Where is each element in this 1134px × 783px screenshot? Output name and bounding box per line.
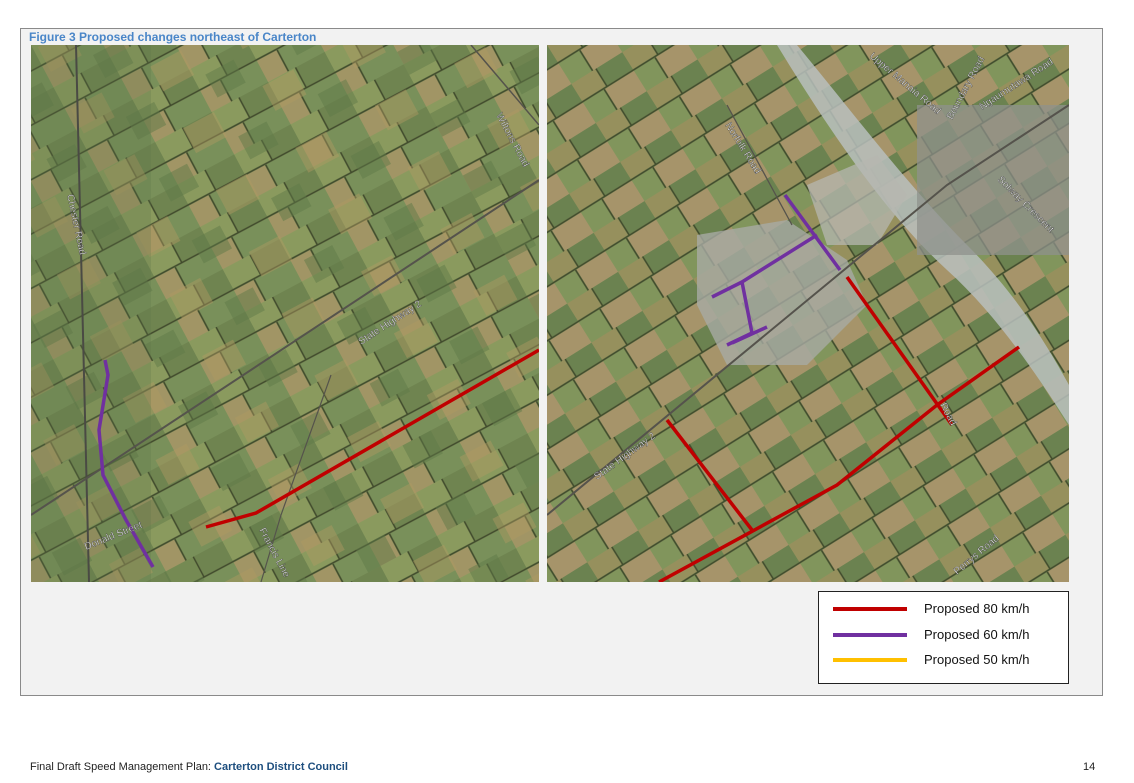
legend-swatch-60: [833, 633, 907, 637]
page-number: 14: [1083, 761, 1096, 773]
footer-document-title: Final Draft Speed Management Plan: Carte…: [30, 761, 348, 773]
left-aerial-map[interactable]: Chester Road Wiltons Road State Highway …: [31, 45, 539, 582]
right-aerial-map[interactable]: Norfolk Road Upper Manaia Road Boundary …: [547, 45, 1069, 582]
footer-prefix: Final Draft Speed Management Plan:: [30, 761, 215, 773]
legend-label-50: Proposed 50 km/h: [924, 652, 1030, 667]
legend-label-60: Proposed 60 km/h: [924, 627, 1030, 642]
legend-item-80: Proposed 80 km/h: [819, 599, 1068, 619]
map-legend: Proposed 80 km/h Proposed 60 km/h Propos…: [818, 591, 1069, 684]
legend-label-80: Proposed 80 km/h: [924, 601, 1030, 616]
legend-item-60: Proposed 60 km/h: [819, 625, 1068, 645]
figure-title: Figure 3 Proposed changes northeast of C…: [29, 30, 317, 44]
legend-swatch-50: [833, 658, 907, 662]
footer-council-name: Carterton District Council: [214, 761, 348, 773]
legend-swatch-80: [833, 607, 907, 611]
legend-item-50: Proposed 50 km/h: [819, 650, 1068, 670]
